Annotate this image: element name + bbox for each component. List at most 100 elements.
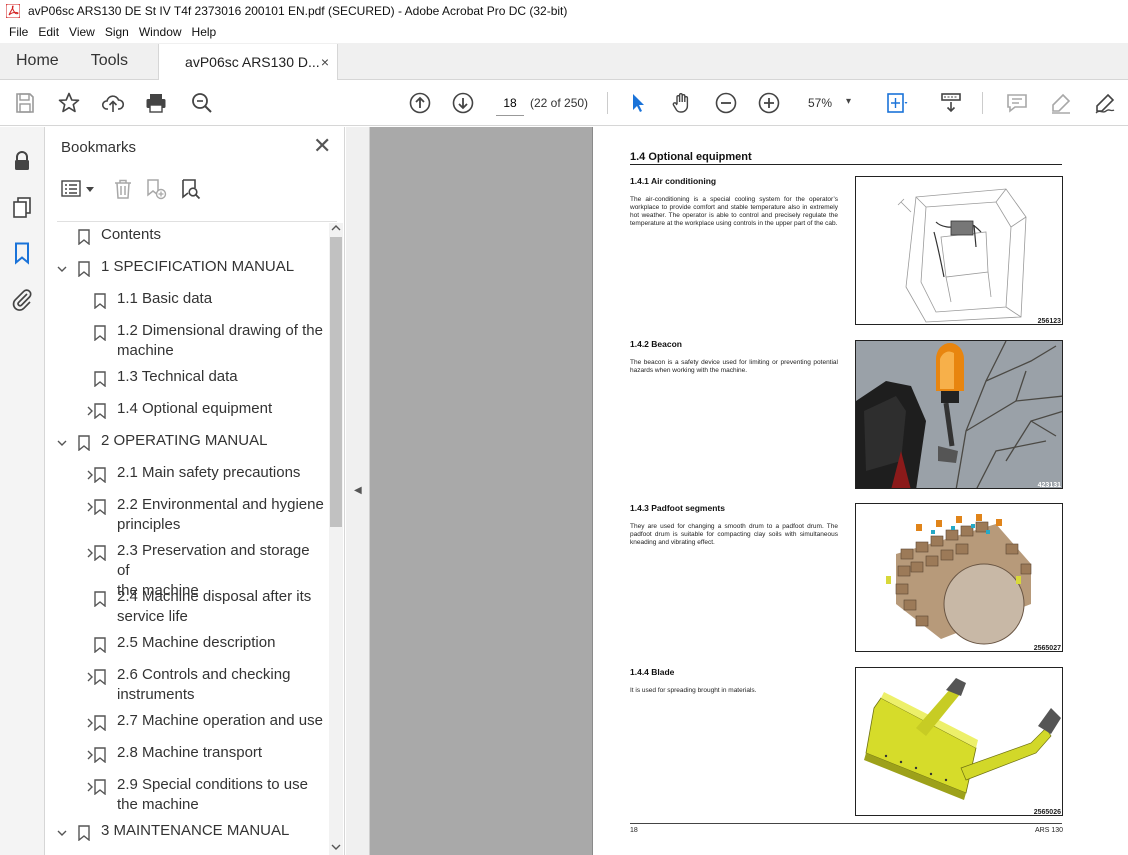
- bookmarks-title: Bookmarks: [61, 139, 137, 156]
- bookmark-icon: [94, 669, 106, 685]
- bookmark-item[interactable]: 1.3 Technical data: [117, 367, 325, 387]
- chevron-down-icon[interactable]: [86, 185, 94, 193]
- expand-down-icon[interactable]: [57, 438, 67, 448]
- bookmark-label: 1 SPECIFICATION MANUAL: [101, 258, 295, 275]
- scroll-up-icon[interactable]: [331, 224, 341, 232]
- expand-down-icon[interactable]: [57, 264, 67, 274]
- close-panel-icon[interactable]: ✕: [313, 135, 331, 157]
- bookmark-icon: [78, 825, 90, 841]
- bookmark-label: 2.8 Machine transport: [117, 744, 263, 761]
- bookmark-item[interactable]: 2.8 Machine transport: [117, 743, 325, 763]
- lock-icon[interactable]: [10, 149, 34, 173]
- section-heading: 1.4 Optional equipment: [630, 151, 752, 163]
- bookmarks-panel: Bookmarks ✕ Contents 1 SPECIFICATION MANU…: [45, 127, 345, 855]
- subsection-heading: 1.4.2 Beacon: [630, 339, 682, 349]
- bookmark-item[interactable]: 2.2 Environmental and hygiene principles: [117, 495, 325, 535]
- bookmark-icon: [94, 467, 106, 483]
- tab-document[interactable]: avP06sc ARS130 D... ×: [158, 44, 339, 80]
- bookmark-icon: [94, 545, 106, 561]
- bookmark-item[interactable]: Contents: [101, 225, 325, 245]
- padfoot-drum-drawing: 2565027: [886, 514, 1061, 651]
- bookmark-item[interactable]: 1.2 Dimensional drawing of the machine: [117, 321, 325, 361]
- pages-icon[interactable]: [10, 195, 34, 219]
- search-zoom-icon[interactable]: [189, 90, 215, 116]
- zoom-dropdown-icon[interactable]: ▾: [846, 96, 851, 107]
- bookmark-icon: [94, 637, 106, 653]
- expand-down-icon[interactable]: [57, 828, 67, 838]
- tab-close-icon[interactable]: ×: [321, 54, 329, 70]
- prev-page-icon[interactable]: [407, 90, 433, 116]
- subsection-text: They are used for changing a smooth drum…: [630, 523, 838, 546]
- menu-bar: File Edit View Sign Window Help: [0, 22, 1128, 42]
- bookmark-icon: [94, 591, 106, 607]
- figure-padfoot: 2565027: [855, 503, 1063, 652]
- bookmark-item[interactable]: 2 OPERATING MANUAL: [101, 431, 325, 451]
- bookmark-label: 1.1 Basic data: [117, 290, 213, 307]
- bookmark-item[interactable]: 2.5 Machine description: [117, 633, 325, 653]
- menu-sign[interactable]: Sign: [105, 25, 129, 39]
- subsection-heading: 1.4.1 Air conditioning: [630, 176, 717, 186]
- fit-page-icon[interactable]: [884, 90, 910, 116]
- bookmark-label-continued: principles: [117, 516, 181, 533]
- bookmark-item[interactable]: 1.4 Optional equipment: [117, 399, 325, 419]
- sign-pen-icon[interactable]: [1092, 90, 1118, 116]
- new-bookmark-icon[interactable]: [145, 178, 167, 200]
- bookmark-item[interactable]: 2.1 Main safety precautions: [117, 463, 325, 483]
- upload-cloud-icon[interactable]: [100, 90, 126, 116]
- scroll-down-icon[interactable]: [331, 843, 341, 851]
- bookmark-item[interactable]: 2.4 Machine disposal after its service li…: [117, 587, 325, 627]
- bookmark-icon: [94, 371, 106, 387]
- tab-tools[interactable]: Tools: [75, 43, 144, 79]
- bookmark-item[interactable]: 2.6 Controls and checking instruments: [117, 665, 325, 705]
- menu-window[interactable]: Window: [139, 25, 182, 39]
- subsection-text: The beacon is a safety device used for l…: [630, 359, 838, 374]
- menu-file[interactable]: File: [9, 25, 28, 39]
- bookmark-label: 3 MAINTENANCE MANUAL: [101, 822, 290, 839]
- zoom-in-icon[interactable]: [756, 90, 782, 116]
- bookmark-icon: [78, 261, 90, 277]
- bookmark-item[interactable]: 3 MAINTENANCE MANUAL: [101, 821, 325, 841]
- print-icon[interactable]: [143, 90, 169, 116]
- menu-help[interactable]: Help: [192, 25, 217, 39]
- bookmark-item[interactable]: 1.1 Basic data: [117, 289, 325, 309]
- star-icon[interactable]: [56, 90, 82, 116]
- find-bookmark-icon[interactable]: [180, 178, 202, 200]
- bookmark-icon: [78, 229, 90, 245]
- delete-icon[interactable]: [112, 178, 134, 200]
- bookmark-label: 2.7 Machine operation and use: [117, 712, 323, 729]
- bookmark-item[interactable]: 1 SPECIFICATION MANUAL: [101, 257, 325, 277]
- bookmark-options-icon[interactable]: [61, 179, 85, 199]
- subsection-heading: 1.4.3 Padfoot segments: [630, 503, 725, 513]
- subsection-text: It is used for spreading brought in mate…: [630, 687, 757, 694]
- bookmark-scrollbar-thumb[interactable]: [330, 237, 342, 527]
- document-area[interactable]: ◀ 1.4 Optional equipment 1.4.1 Air condi…: [346, 127, 1128, 855]
- zoom-out-icon[interactable]: [713, 90, 739, 116]
- bookmark-label: 2.2 Environmental and hygiene: [117, 496, 324, 513]
- tab-bar: Home Tools avP06sc ARS130 D... ×: [0, 43, 1128, 80]
- save-icon[interactable]: [12, 90, 38, 116]
- beacon-photo: 423131: [856, 341, 1062, 488]
- zoom-level[interactable]: 57%: [808, 96, 832, 110]
- attachment-icon[interactable]: [10, 287, 34, 311]
- comment-icon[interactable]: [1004, 90, 1030, 116]
- bookmark-item[interactable]: 2.9 Special conditions to use the machine: [117, 775, 325, 815]
- select-cursor-icon[interactable]: [625, 90, 651, 116]
- collapse-left-icon[interactable]: ◀: [354, 485, 362, 496]
- bookmark-label: 2.4 Machine disposal after its: [117, 588, 312, 605]
- tab-document-label: avP06sc ARS130 D...: [185, 54, 320, 70]
- bookmark-label: 1.3 Technical data: [117, 368, 238, 385]
- menu-view[interactable]: View: [69, 25, 95, 39]
- figure-air-conditioning: 256123: [855, 176, 1063, 325]
- bookmark-label: 2.1 Main safety precautions: [117, 464, 301, 481]
- bookmark-panel-icon[interactable]: [10, 241, 34, 265]
- hand-tool-icon[interactable]: [669, 90, 695, 116]
- menu-edit[interactable]: Edit: [38, 25, 59, 39]
- page-number-input[interactable]: [496, 90, 524, 116]
- highlight-pen-icon[interactable]: [1048, 90, 1074, 116]
- next-page-icon[interactable]: [450, 90, 476, 116]
- bookmark-icon: [94, 499, 106, 515]
- tab-home[interactable]: Home: [0, 43, 75, 79]
- bookmark-item[interactable]: 2.7 Machine operation and use: [117, 711, 325, 731]
- bookmark-icon: [94, 779, 106, 795]
- scroll-mode-icon[interactable]: [938, 90, 964, 116]
